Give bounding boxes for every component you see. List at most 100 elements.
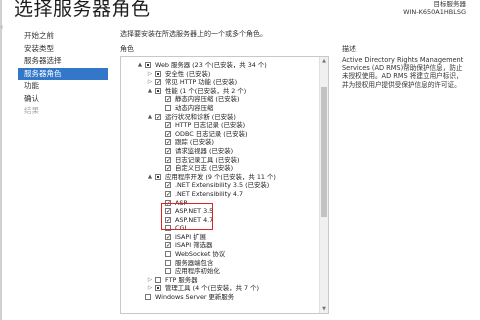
roles-scrollbar[interactable]: ▲ ▼ <box>319 57 328 313</box>
tree-row[interactable]: Windows Server 更新服务 <box>121 293 319 302</box>
expand-arrow-icon[interactable]: ▷ <box>147 276 153 284</box>
role-checkbox[interactable]: ✓ <box>165 233 171 240</box>
tree-row[interactable]: ▷ 安全性 (已安装) <box>121 70 319 79</box>
role-label: .NET Extensibility 4.7 <box>175 189 244 198</box>
role-checkbox[interactable] <box>155 87 161 94</box>
tree-row[interactable]: ▲ Web 服务器 (23 个(已安装，共 34 个) <box>121 61 319 70</box>
expand-arrow-icon[interactable]: ▷ <box>147 284 153 292</box>
tree-row[interactable]: ✓ ISAPI 扩展 <box>121 233 319 242</box>
role-label: 静态内容压缩 (已安装) <box>175 95 240 104</box>
description-header: 描述 <box>342 45 356 53</box>
scroll-down-arrow-icon[interactable]: ▼ <box>320 305 328 313</box>
target-server-label: 目标服务器 <box>433 0 467 8</box>
tree-row[interactable]: ✓ ASP <box>121 199 319 208</box>
window-left-edge <box>0 0 2 320</box>
role-label: 请求监视器 (已安装) <box>175 146 234 155</box>
tree-row[interactable]: ✓ 请求监视器 (已安装) <box>121 147 319 156</box>
role-label: 日志记录工具 (已安装) <box>175 155 240 164</box>
collapse-arrow-icon[interactable]: ▲ <box>147 173 153 181</box>
sidebar-step[interactable]: 安装类型 <box>18 43 108 56</box>
role-label: 运行状况和诊断 (已安装) <box>165 112 236 121</box>
scrollbar-thumb[interactable] <box>321 87 327 217</box>
role-checkbox[interactable] <box>155 285 161 292</box>
role-label: WebSocket 协议 <box>175 250 226 259</box>
instruction-text: 选择要安装在所选服务器上的一个或多个角色。 <box>120 30 267 38</box>
tree-row[interactable]: 动态内容压缩 <box>121 104 319 113</box>
role-label: 常见 HTTP 功能 (已安装) <box>165 78 238 87</box>
tree-row[interactable]: ✓ 自定义日志 (已安装) <box>121 164 319 173</box>
highlight-annotation-box <box>161 203 213 230</box>
tree-row[interactable]: CGI <box>121 224 319 233</box>
tree-row[interactable]: ▲ ✓ 运行状况和诊断 (已安装) <box>121 113 319 122</box>
tree-row[interactable]: ▷ ✓ 常见 HTTP 功能 (已安装) <box>121 78 319 87</box>
tree-row[interactable]: ✓ ASP.NET 4.7 <box>121 216 319 225</box>
sidebar-step[interactable]: 功能 <box>18 80 108 93</box>
role-checkbox[interactable] <box>155 276 161 283</box>
collapse-arrow-icon[interactable]: ▲ <box>147 87 153 95</box>
role-description: Active Directory Rights Management Servi… <box>342 56 464 89</box>
tree-row[interactable]: 应用程序初始化 <box>121 267 319 276</box>
role-checkbox[interactable] <box>145 62 151 68</box>
roles-header: 角色 <box>120 45 134 53</box>
role-checkbox[interactable] <box>155 173 161 180</box>
role-checkbox[interactable] <box>165 104 171 111</box>
tree-row[interactable]: ✓ ODBC 日志记录 (已安装) <box>121 130 319 139</box>
collapse-arrow-icon[interactable]: ▲ <box>147 113 153 121</box>
collapse-arrow-icon[interactable]: ▲ <box>137 61 143 69</box>
role-label: 自定义日志 (已安装) <box>175 164 234 173</box>
sidebar-step[interactable]: 服务器选择 <box>18 55 108 68</box>
expand-arrow-icon[interactable]: ▷ <box>147 70 153 78</box>
tree-row[interactable]: ✓ .NET Extensibility 4.7 <box>121 190 319 199</box>
role-checkbox[interactable]: ✓ <box>165 96 171 103</box>
role-checkbox[interactable]: ✓ <box>165 130 171 137</box>
tree-row[interactable]: WebSocket 协议 <box>121 250 319 259</box>
target-server-name: WIN-K650A1HBLSG <box>403 8 466 16</box>
role-label: ISAPI 筛选器 <box>175 241 213 250</box>
tree-row[interactable]: ✓ .NET Extensibility 3.5 (已安装) <box>121 181 319 190</box>
role-checkbox[interactable]: ✓ <box>165 139 171 146</box>
role-checkbox[interactable]: ✓ <box>165 190 171 197</box>
tree-row[interactable]: ▷ 管理工具 (4 个(已安装，共 7 个) <box>121 284 319 293</box>
tree-row[interactable]: ✓ HTTP 日志记录 (已安装) <box>121 121 319 130</box>
tree-row[interactable]: ✓ 静态内容压缩 (已安装) <box>121 95 319 104</box>
role-checkbox[interactable]: ✓ <box>155 79 161 86</box>
role-checkbox[interactable]: ✓ <box>165 165 171 172</box>
roles-tree-rows: ▲ Web 服务器 (23 个(已安装，共 34 个) ▷ 安全性 (已安装) ▷ ✓ 常见… <box>121 61 319 302</box>
expand-arrow-icon[interactable]: ▷ <box>147 78 153 86</box>
title-bar: 选择服务器角色 目标服务器 WIN-K650A1HBLSG <box>0 0 480 28</box>
role-checkbox[interactable] <box>155 70 161 77</box>
tree-row[interactable]: ✓ 跟踪 (已安装) <box>121 138 319 147</box>
wizard-steps-sidebar: 开始之前 安装类型 服务器选择 服务器角色 功能 确认 结果 <box>18 30 108 118</box>
role-checkbox[interactable]: ✓ <box>165 242 171 249</box>
role-checkbox[interactable] <box>165 251 171 258</box>
tree-row[interactable]: ✓ ASP.NET 3.5 <box>121 207 319 216</box>
tree-row[interactable]: 服务器端包含 <box>121 259 319 268</box>
role-checkbox[interactable]: ✓ <box>155 113 161 120</box>
role-checkbox[interactable]: ✓ <box>165 156 171 163</box>
role-label: 动态内容压缩 <box>175 103 214 112</box>
tree-row[interactable]: ✓ 日志记录工具 (已安装) <box>121 156 319 165</box>
sidebar-step[interactable]: 确认 <box>18 93 108 106</box>
role-checkbox[interactable]: ✓ <box>165 182 171 189</box>
role-checkbox[interactable] <box>165 259 171 266</box>
role-checkbox[interactable] <box>145 294 151 301</box>
sidebar-step[interactable]: 开始之前 <box>18 30 108 43</box>
sidebar-step: 结果 <box>24 106 39 115</box>
role-checkbox[interactable]: ✓ <box>165 122 171 129</box>
tree-row[interactable]: ✓ ISAPI 筛选器 <box>121 241 319 250</box>
roles-tree[interactable]: ▲ Web 服务器 (23 个(已安装，共 34 个) ▷ 安全性 (已安装) ▷ ✓ 常见… <box>120 56 329 314</box>
role-label: HTTP 日志记录 (已安装) <box>175 121 246 130</box>
role-label: 跟踪 (已安装) <box>175 138 214 147</box>
role-label: 服务器端包含 <box>175 258 214 267</box>
sidebar-step[interactable]: 服务器角色 <box>18 67 108 80</box>
role-label: Windows Server 更新服务 <box>155 293 235 302</box>
target-server-info: 目标服务器 WIN-K650A1HBLSG <box>403 0 466 16</box>
role-label: 应用程序初始化 <box>175 267 220 276</box>
role-label: 安全性 (已安装) <box>165 69 211 78</box>
scroll-up-arrow-icon[interactable]: ▲ <box>320 57 328 65</box>
role-label: Web 服务器 (23 个(已安装，共 34 个) <box>155 61 267 69</box>
role-checkbox[interactable] <box>165 268 171 275</box>
page-title: 选择服务器角色 <box>14 0 151 20</box>
role-label: .NET Extensibility 3.5 (已安装) <box>175 181 270 190</box>
role-checkbox[interactable]: ✓ <box>165 147 171 154</box>
